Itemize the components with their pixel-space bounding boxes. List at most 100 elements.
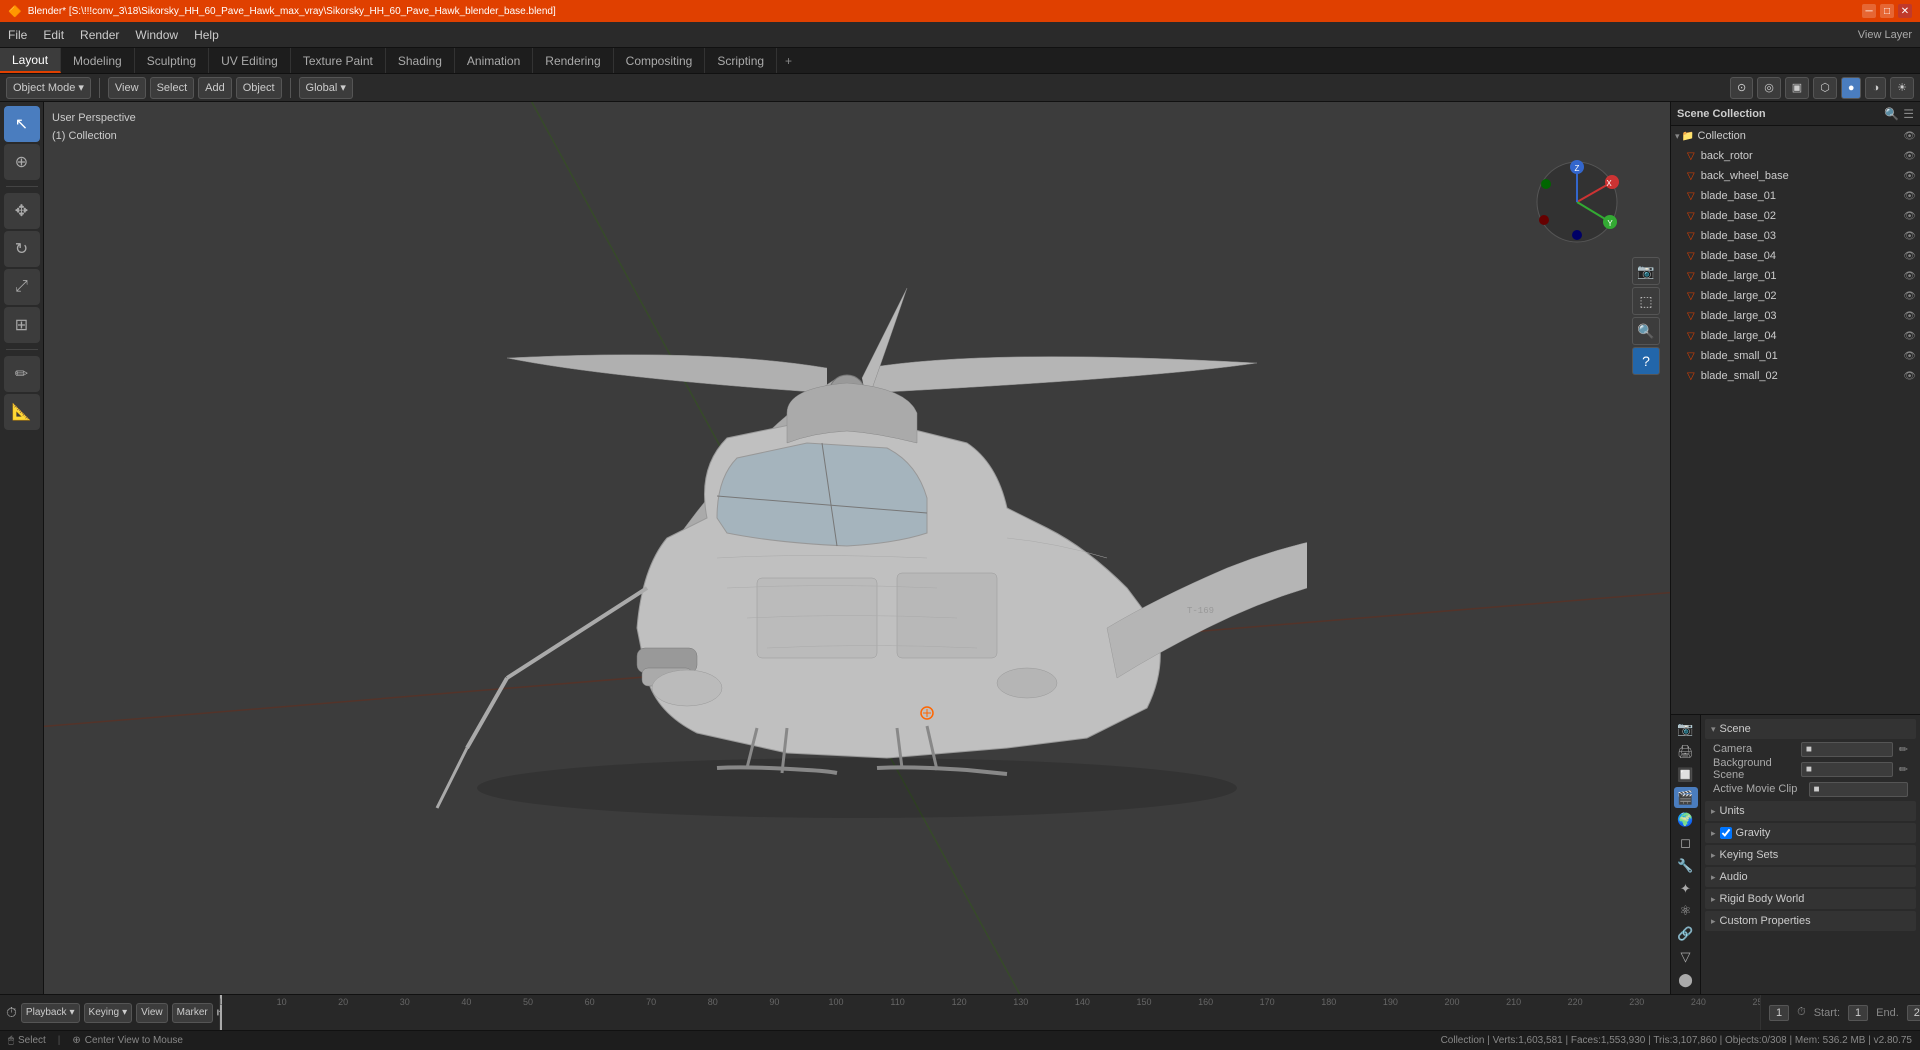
keying-menu[interactable]: Keying ▾ bbox=[84, 1003, 133, 1023]
help-button[interactable]: ? bbox=[1632, 347, 1660, 375]
props-scene-icon[interactable]: 🎬 bbox=[1674, 787, 1698, 808]
close-button[interactable]: ✕ bbox=[1898, 4, 1912, 18]
outliner-item-blade-small-01[interactable]: ▽ blade_small_01 👁 bbox=[1671, 346, 1920, 366]
viewport-overlay-toggle[interactable]: ◎ bbox=[1757, 77, 1781, 99]
visibility-blade-large-03[interactable]: 👁 bbox=[1903, 311, 1916, 322]
props-particles-icon[interactable]: ✦ bbox=[1674, 878, 1698, 899]
scale-tool-button[interactable]: ⤢ bbox=[4, 269, 40, 305]
props-constraints-icon[interactable]: 🔗 bbox=[1674, 924, 1698, 945]
rendered-shading[interactable]: ☀ bbox=[1890, 77, 1914, 99]
transform-tool-button[interactable]: ⊞ bbox=[4, 307, 40, 343]
visibility-blade-base-02[interactable]: 👁 bbox=[1903, 211, 1916, 222]
props-object-icon[interactable]: ◻ bbox=[1674, 833, 1698, 854]
rigid-body-world-section-header[interactable]: ▸ Rigid Body World bbox=[1705, 889, 1916, 909]
viewport[interactable]: User Perspective (1) Collection bbox=[44, 102, 1670, 994]
visibility-blade-base-04[interactable]: 👁 bbox=[1903, 251, 1916, 262]
start-frame-display[interactable]: 1 bbox=[1848, 1005, 1868, 1021]
menu-render[interactable]: Render bbox=[72, 22, 127, 48]
outliner-item-blade-large-02[interactable]: ▽ blade_large_02 👁 bbox=[1671, 286, 1920, 306]
view-menu[interactable]: View bbox=[108, 77, 146, 99]
current-frame-display[interactable]: 1 bbox=[1769, 1005, 1789, 1021]
tab-shading[interactable]: Shading bbox=[386, 48, 455, 73]
props-material-icon[interactable]: ⬤ bbox=[1674, 969, 1698, 990]
select-tool-button[interactable]: ↖ bbox=[4, 106, 40, 142]
local-view-button[interactable]: 🔍 bbox=[1632, 317, 1660, 345]
tab-rendering[interactable]: Rendering bbox=[533, 48, 613, 73]
props-render-icon[interactable]: 📷 bbox=[1674, 719, 1698, 740]
menu-edit[interactable]: Edit bbox=[35, 22, 72, 48]
tab-animation[interactable]: Animation bbox=[455, 48, 533, 73]
outliner-item-blade-large-04[interactable]: ▽ blade_large_04 👁 bbox=[1671, 326, 1920, 346]
outliner-item-back-wheel-base[interactable]: ▽ back_wheel_base 👁 bbox=[1671, 166, 1920, 186]
timeline-mode-button[interactable]: ⏱ bbox=[6, 1004, 17, 1022]
visibility-blade-base-03[interactable]: 👁 bbox=[1903, 231, 1916, 242]
custom-properties-section-header[interactable]: ▸ Custom Properties bbox=[1705, 911, 1916, 931]
props-world-icon[interactable]: 🌍 bbox=[1674, 810, 1698, 831]
viewport-gizmo-toggle[interactable]: ⊙ bbox=[1730, 77, 1753, 99]
filter-icon[interactable]: ☰ bbox=[1903, 107, 1914, 121]
bg-scene-edit-icon[interactable]: ✏ bbox=[1899, 763, 1908, 776]
tab-sculpting[interactable]: Sculpting bbox=[135, 48, 209, 73]
annotate-tool-button[interactable]: ✏ bbox=[4, 356, 40, 392]
units-section-header[interactable]: ▸ Units bbox=[1705, 801, 1916, 821]
move-tool-button[interactable]: ✥ bbox=[4, 193, 40, 229]
props-data-icon[interactable]: ▽ bbox=[1674, 947, 1698, 968]
menu-window[interactable]: Window bbox=[127, 22, 186, 48]
visibility-blade-base-01[interactable]: 👁 bbox=[1903, 191, 1916, 202]
scene-section-header[interactable]: ▾ Scene bbox=[1705, 719, 1916, 739]
wireframe-shading[interactable]: ⬡ bbox=[1813, 77, 1837, 99]
measure-tool-button[interactable]: 📐 bbox=[4, 394, 40, 430]
solid-shading[interactable]: ● bbox=[1841, 77, 1862, 99]
end-frame-display[interactable]: 250 bbox=[1907, 1005, 1920, 1021]
gravity-checkbox[interactable] bbox=[1720, 827, 1732, 839]
tab-compositing[interactable]: Compositing bbox=[614, 48, 706, 73]
timeline-view-menu[interactable]: View bbox=[136, 1003, 168, 1023]
select-menu[interactable]: Select bbox=[150, 77, 195, 99]
camera-perspective-button[interactable]: ⬚ bbox=[1632, 287, 1660, 315]
camera-view-button[interactable]: 📷 bbox=[1632, 257, 1660, 285]
timeline-frames[interactable]: 1 10 20 30 40 50 60 70 80 90 100 110 120… bbox=[220, 995, 1760, 1030]
visibility-blade-small-01[interactable]: 👁 bbox=[1903, 351, 1916, 362]
outliner-item-collection[interactable]: ▾ 📁 Collection 👁 bbox=[1671, 126, 1920, 146]
outliner-item-blade-base-03[interactable]: ▽ blade_base_03 👁 bbox=[1671, 226, 1920, 246]
global-dropdown[interactable]: Global ▾ bbox=[299, 77, 353, 99]
add-menu[interactable]: Add bbox=[198, 77, 232, 99]
workspace-add-button[interactable]: + bbox=[777, 48, 800, 73]
menu-file[interactable]: File bbox=[0, 22, 35, 48]
outliner-item-blade-small-02[interactable]: ▽ blade_small_02 👁 bbox=[1671, 366, 1920, 386]
menu-help[interactable]: Help bbox=[186, 22, 227, 48]
outliner-item-blade-large-03[interactable]: ▽ blade_large_03 👁 bbox=[1671, 306, 1920, 326]
visibility-blade-large-02[interactable]: 👁 bbox=[1903, 291, 1916, 302]
tab-layout[interactable]: Layout bbox=[0, 48, 61, 73]
marker-menu[interactable]: Marker bbox=[172, 1003, 213, 1023]
outliner-item-blade-large-01[interactable]: ▽ blade_large_01 👁 bbox=[1671, 266, 1920, 286]
gravity-section-header[interactable]: ▸ Gravity bbox=[1705, 823, 1916, 843]
cursor-tool-button[interactable]: ⊕ bbox=[4, 144, 40, 180]
props-physics-icon[interactable]: ⚛ bbox=[1674, 901, 1698, 922]
keying-sets-section-header[interactable]: ▸ Keying Sets bbox=[1705, 845, 1916, 865]
movie-clip-value[interactable]: ■ bbox=[1809, 782, 1909, 797]
lookdev-shading[interactable]: ◑ bbox=[1865, 77, 1886, 99]
outliner-item-blade-base-04[interactable]: ▽ blade_base_04 👁 bbox=[1671, 246, 1920, 266]
bg-scene-value[interactable]: ■ bbox=[1801, 762, 1893, 777]
visibility-back-wheel-base[interactable]: 👁 bbox=[1903, 171, 1916, 182]
rotate-tool-button[interactable]: ↻ bbox=[4, 231, 40, 267]
tab-texture-paint[interactable]: Texture Paint bbox=[291, 48, 386, 73]
camera-edit-icon[interactable]: ✏ bbox=[1899, 743, 1908, 756]
outliner-item-back-rotor[interactable]: ▽ back_rotor 👁 bbox=[1671, 146, 1920, 166]
maximize-button[interactable]: □ bbox=[1880, 4, 1894, 18]
tab-modeling[interactable]: Modeling bbox=[61, 48, 135, 73]
visibility-eye[interactable]: 👁 bbox=[1903, 131, 1916, 142]
camera-value[interactable]: ■ bbox=[1801, 742, 1893, 757]
visibility-blade-small-02[interactable]: 👁 bbox=[1903, 371, 1916, 382]
audio-section-header[interactable]: ▸ Audio bbox=[1705, 867, 1916, 887]
search-icon[interactable]: 🔍 bbox=[1884, 107, 1899, 121]
tab-uv-editing[interactable]: UV Editing bbox=[209, 48, 291, 73]
visibility-blade-large-01[interactable]: 👁 bbox=[1903, 271, 1916, 282]
object-menu[interactable]: Object bbox=[236, 77, 282, 99]
outliner-item-blade-base-02[interactable]: ▽ blade_base_02 👁 bbox=[1671, 206, 1920, 226]
object-mode-dropdown[interactable]: Object Mode ▾ bbox=[6, 77, 91, 99]
props-modifier-icon[interactable]: 🔧 bbox=[1674, 856, 1698, 877]
tab-scripting[interactable]: Scripting bbox=[705, 48, 777, 73]
minimize-button[interactable]: ─ bbox=[1862, 4, 1876, 18]
